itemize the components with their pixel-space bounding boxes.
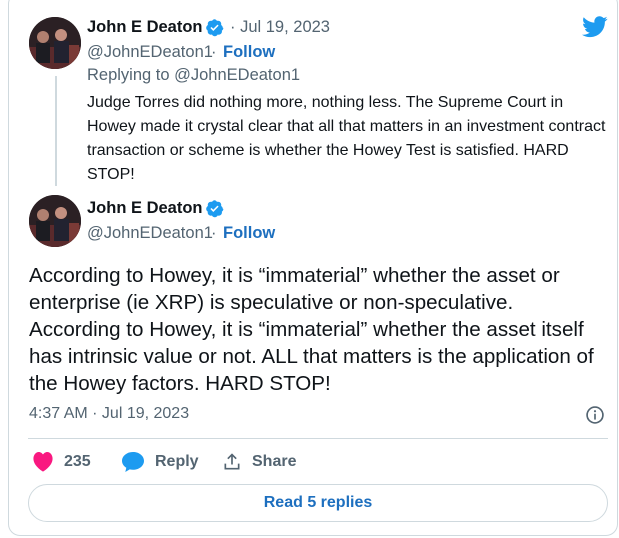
follow-button[interactable]: Follow [223, 224, 275, 243]
tweet-date[interactable]: · Jul 19, 2023 [230, 18, 330, 37]
heart-icon [33, 452, 53, 472]
share-icon [224, 453, 240, 470]
replying-to: Replying to @JohnEDeaton1 [87, 66, 301, 84]
info-icon[interactable] [585, 405, 605, 425]
reply-button[interactable]: Reply [121, 450, 199, 474]
main-tweet-text: According to Howey, it is “immaterial” w… [29, 264, 594, 395]
read-replies-label: Read 5 replies [263, 494, 373, 511]
reply-label: Reply [155, 453, 199, 470]
divider [28, 438, 608, 439]
follow-button[interactable]: Follow [223, 43, 275, 62]
tweet-timestamp[interactable]: 4:37 AM · Jul 19, 2023 [29, 405, 189, 423]
reply-bubble-icon [122, 452, 144, 472]
read-replies-button[interactable]: Read 5 replies [28, 484, 608, 522]
handle-separator: · [211, 224, 217, 242]
author-handle[interactable]: @JohnEDeaton1 [87, 43, 213, 62]
like-button[interactable]: 235 [32, 450, 91, 474]
author-name[interactable]: John E Deaton [87, 199, 203, 218]
handle-separator: · [211, 43, 217, 61]
thread-connector-line [55, 76, 57, 186]
author-name[interactable]: John E Deaton [87, 18, 203, 37]
avatar[interactable] [29, 195, 81, 247]
avatar[interactable] [29, 17, 81, 69]
share-label: Share [252, 453, 297, 470]
twitter-bird-icon[interactable] [582, 16, 608, 38]
share-button[interactable]: Share [222, 450, 296, 474]
like-count: 235 [64, 453, 91, 470]
reply-tweet-text: Judge Torres did nothing more, nothing l… [87, 94, 606, 183]
author-handle[interactable]: @JohnEDeaton1 [87, 224, 213, 243]
verified-badge-icon [206, 200, 224, 218]
verified-badge-icon [206, 19, 224, 37]
